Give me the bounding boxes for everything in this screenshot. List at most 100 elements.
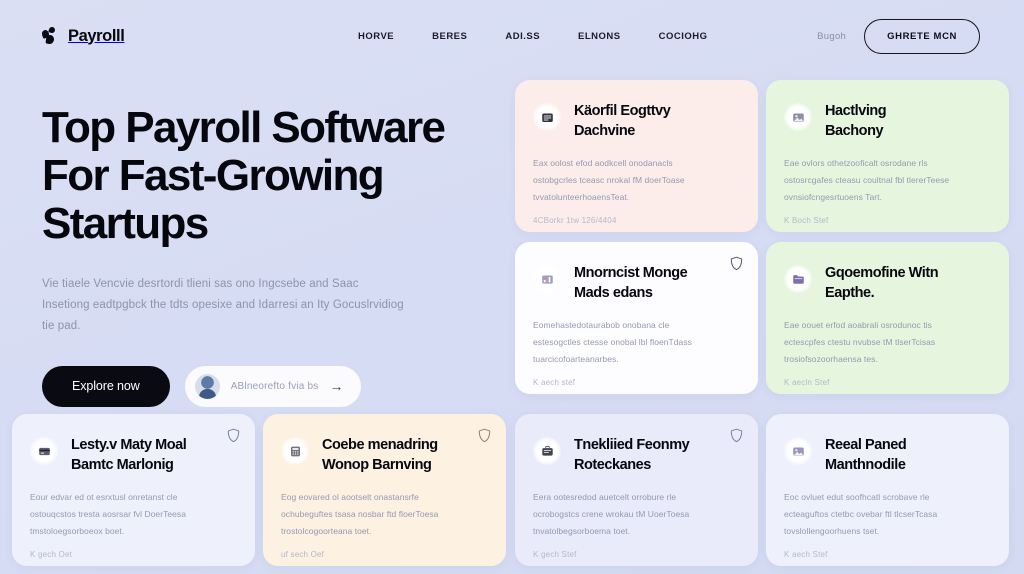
card-header: Hactlving Bachony (784, 100, 989, 141)
explore-now-button[interactable]: Explore now (42, 365, 170, 407)
card-footer: K aech Stef (784, 550, 828, 559)
card-header: Gqoemofine Witn Eapthe. (784, 262, 989, 303)
card-title-line-2: Mads edans (574, 285, 653, 301)
feature-card[interactable]: Käorfil Eogttvy Dachvine Eax oolost efod… (515, 80, 758, 232)
secondary-pill-button[interactable]: ABlneorefto fvia bs → (184, 365, 362, 407)
card-body-line-2: ectescpfes ctestu nvubse tM tlserTcisas (784, 337, 936, 347)
card-title-line-2: Bachony (825, 123, 884, 139)
brand-logo[interactable]: Payrolll (40, 26, 125, 46)
hero-title-line-1: Top Payroll Software (42, 103, 446, 152)
card-header: Tnekliied Feonmy Roteckanes (533, 434, 738, 475)
card-body: Eour edvar ed ot esrxtusl onretanst cle … (30, 489, 235, 540)
card-body-line-2: ostosrcgafes cteasu coultnal fbl tlererT… (784, 175, 950, 185)
card-footer: K gech Oet (30, 550, 73, 559)
card-title: Hactlving Bachony (825, 100, 887, 141)
image-card-icon (784, 103, 812, 131)
card-body-line-1: Eax oolost efod aodkcell onodanacls (533, 158, 673, 168)
header-cta-button[interactable]: GHRETE MCN (864, 18, 980, 54)
card-body: Eera ootesredod auetcelt orrobure rle oc… (533, 489, 738, 540)
card-title-line-2: Roteckanes (574, 457, 651, 473)
nav-link-4[interactable]: COCIOHG (659, 31, 708, 42)
card-title-line-2: Eapthe. (825, 285, 875, 301)
card-title: Tnekliied Feonmy Roteckanes (574, 434, 690, 475)
card-body-line-2: ostouqcstos tresta aosrsar fvl DoerTeesa (30, 509, 187, 519)
briefcase-card-icon (533, 437, 561, 465)
card-title-line-2: Manthnodile (825, 457, 906, 473)
card-header: Coebe menadring Wonop Barnving (281, 434, 486, 475)
card-body-line-1: Eomehastedotaurabob onobana cle (533, 320, 670, 330)
card-header: Mnorncist Monge Mads edans (533, 262, 738, 303)
nav-link-0[interactable]: HORVE (358, 31, 394, 42)
card-title-line-1: Reeal Paned (825, 437, 907, 453)
card-title-line-2: Dachvine (574, 123, 635, 139)
card-footer: K aecln Stef (784, 378, 830, 387)
feature-card[interactable]: Gqoemofine Witn Eapthe. Eae oouet erfod … (766, 242, 1009, 394)
main-navigation: HORVE BERES ADI.SS ELNONS COCIOHG (358, 31, 708, 42)
card-body-line-1: Eae ovlors othetzooficalt osrodane rls (784, 158, 928, 168)
card-body: Eog eovared ol aootselt onastansrfe ochu… (281, 489, 486, 540)
shield-icon[interactable] (227, 428, 240, 443)
card-title: Mnorncist Monge Mads edans (574, 262, 688, 303)
folder-card-icon (784, 265, 812, 293)
card-title-line-1: Coebe menadring (322, 437, 438, 453)
calculator-card-icon (281, 437, 309, 465)
feature-card[interactable]: Tnekliied Feonmy Roteckanes Eera ootesre… (515, 414, 758, 566)
shield-icon[interactable] (478, 428, 491, 443)
card-footer: K gech Stef (533, 550, 577, 559)
card-body: Eomehastedotaurabob onobana cle estesogc… (533, 317, 738, 368)
card-title-line-1: Gqoemofine Witn (825, 265, 939, 281)
feature-card[interactable]: Hactlving Bachony Eae ovlors othetzoofic… (766, 80, 1009, 232)
hero-actions: Explore now ABlneorefto fvia bs → (42, 365, 492, 407)
card-title: Gqoemofine Witn Eapthe. (825, 262, 939, 303)
card-footer: K Boch Stef (784, 216, 829, 225)
nav-link-2[interactable]: ADI.SS (505, 31, 540, 42)
card-header: Reeal Paned Manthnodile (784, 434, 989, 475)
login-link[interactable]: Bugoh (817, 31, 846, 42)
hero-subtitle-line-2: eadtpgbck the tdts opesixe and Idarresi … (42, 299, 404, 333)
card-body-line-2: ecteaguftos ctetbc ovebar ftl tlcserTcas… (784, 509, 938, 519)
payroll-leaf-mark-icon (40, 26, 62, 45)
secondary-pill-label: ABlneorefto fvia bs (230, 380, 319, 392)
card-title: Reeal Paned Manthnodile (825, 434, 907, 475)
card-body-line-3: tovslollengoorhuens tset. (784, 526, 880, 536)
card-title-line-1: Lesty.v Maty Moal (71, 437, 187, 453)
card-body-line-2: ocrobogstcs crene wrokau tM UoerToesa (533, 509, 690, 519)
feature-card[interactable]: Coebe menadring Wonop Barnving Eog eovar… (263, 414, 506, 566)
user-avatar-icon (194, 373, 220, 399)
card-body-line-1: Eae oouet erfod aoabrali osrodunoc tis (784, 320, 932, 330)
card-title: Coebe menadring Wonop Barnving (322, 434, 438, 475)
site-header: Payrolll HORVE BERES ADI.SS ELNONS COCIO… (0, 0, 1024, 72)
feature-card[interactable]: Lesty.v Maty Moal Bamtc Marlonig Eour ed… (12, 414, 255, 566)
hero-title-line-2: For Fast-Growing (42, 150, 385, 200)
shield-icon[interactable] (730, 428, 743, 443)
card-title-line-1: Hactlving (825, 103, 887, 119)
card-body-line-3: tuarcicofoarteanarbes. (533, 354, 619, 364)
photo-card-icon (784, 437, 812, 465)
card-body-line-3: tvvatolunteerhoaensTeat. (533, 192, 630, 202)
card-body-line-2: ostobgcrles tceasc nrokal fM doerToase (533, 175, 685, 185)
card-body-line-3: tnvatolbegsorboema toet. (533, 526, 631, 536)
page-title: Top Payroll Software For Fast-Growing St… (42, 104, 492, 248)
card-body-line-1: Eera ootesredod auetcelt orrobure rle (533, 492, 677, 502)
header-actions: Bugoh GHRETE MCN (817, 18, 980, 54)
card-body-line-3: ovnsiofcngesrtuoens Tart. (784, 192, 882, 202)
card-body-line-1: Eour edvar ed ot esrxtusl onretanst cle (30, 492, 178, 502)
card-body-line-3: trosiofsozoorhaensa tes. (784, 354, 878, 364)
feature-card[interactable]: Mnorncist Monge Mads edans Eomehastedota… (515, 242, 758, 394)
nav-link-1[interactable]: BERES (432, 31, 467, 42)
card-footer: 4CBorkr 1tw 126/4404 (533, 216, 617, 225)
shield-icon[interactable] (730, 256, 743, 271)
card-title-line-1: Tnekliied Feonmy (574, 437, 690, 453)
nav-link-3[interactable]: ELNONS (578, 31, 621, 42)
hero-title-line-3: Startups (42, 198, 209, 248)
card-body-line-1: Eoc ovluet edut soofhcatl scrobave rle (784, 492, 930, 502)
card-body: Eoc ovluet edut soofhcatl scrobave rle e… (784, 489, 989, 540)
chart-card-icon (533, 265, 561, 293)
arrow-right-icon: → (329, 378, 344, 395)
document-card-icon (533, 103, 561, 131)
card-header: Lesty.v Maty Moal Bamtc Marlonig (30, 434, 235, 475)
feature-card[interactable]: Reeal Paned Manthnodile Eoc ovluet edut … (766, 414, 1009, 566)
card-body: Eae ovlors othetzooficalt osrodane rls o… (784, 155, 989, 206)
card-body-line-1: Eog eovared ol aootselt onastansrfe (281, 492, 419, 502)
card-title-line-1: Mnorncist Monge (574, 265, 688, 281)
